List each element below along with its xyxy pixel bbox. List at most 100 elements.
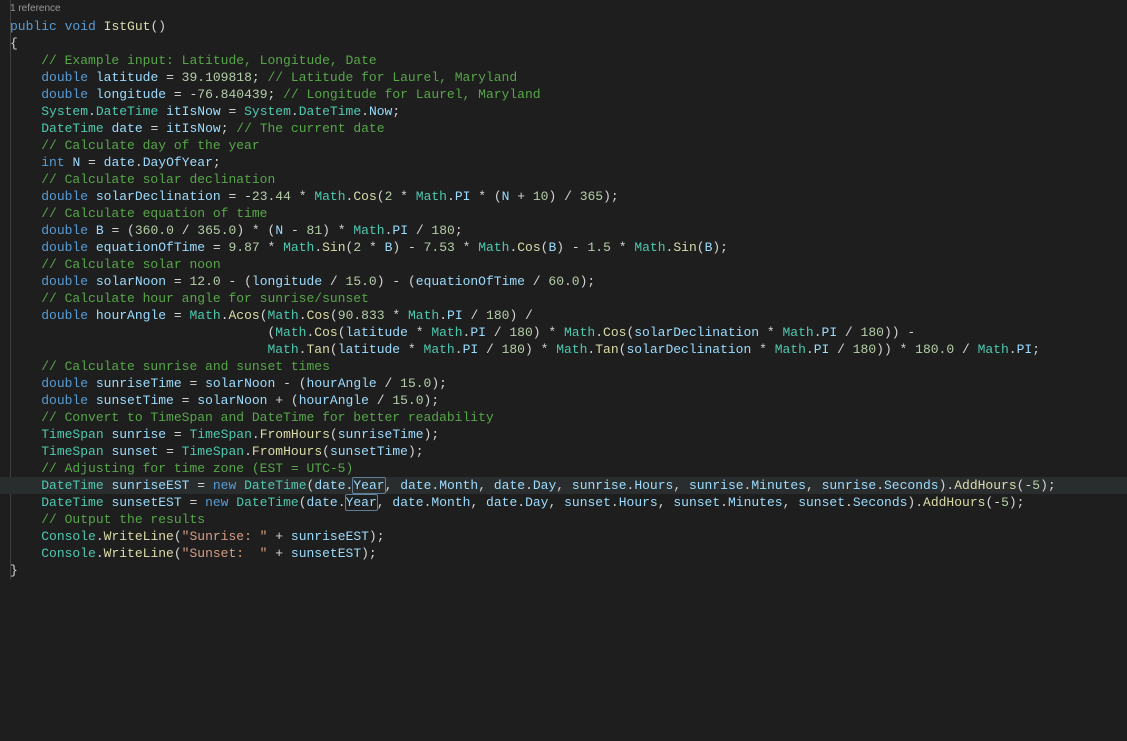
token-p: /: [369, 393, 392, 408]
token-p: ;: [455, 223, 463, 238]
token-p: =: [166, 427, 189, 442]
code-line[interactable]: // Output the results: [8, 511, 1127, 528]
token-p: (): [150, 19, 166, 34]
code-line[interactable]: // Convert to TimeSpan and DateTime for …: [8, 409, 1127, 426]
token-p: [10, 121, 41, 136]
token-p: .: [361, 104, 369, 119]
token-k: double: [41, 87, 88, 102]
token-v: Now: [369, 104, 392, 119]
code-editor[interactable]: 1 reference public void IstGut() { // Ex…: [0, 0, 1127, 579]
token-n: 2: [353, 240, 361, 255]
code-line[interactable]: // Calculate equation of time: [8, 205, 1127, 222]
token-p: *: [751, 342, 774, 357]
token-p: [88, 240, 96, 255]
code-line[interactable]: double latitude = 39.109818; // Latitude…: [8, 69, 1127, 86]
token-p: );: [424, 393, 440, 408]
token-p: .: [135, 155, 143, 170]
code-line[interactable]: DateTime sunsetEST = new DateTime(date.Y…: [8, 494, 1127, 511]
code-line[interactable]: TimeSpan sunrise = TimeSpan.FromHours(su…: [8, 426, 1127, 443]
token-n: 76.840439: [197, 87, 267, 102]
token-p: .: [96, 529, 104, 544]
code-line[interactable]: public void IstGut(): [8, 18, 1127, 35]
code-line[interactable]: }: [8, 562, 1127, 579]
token-p: ) *: [322, 223, 353, 238]
code-line[interactable]: // Calculate day of the year: [8, 137, 1127, 154]
code-line[interactable]: // Calculate sunrise and sunset times: [8, 358, 1127, 375]
token-v: sunriseEST: [111, 478, 189, 493]
code-line[interactable]: Console.WriteLine("Sunrise: " + sunriseE…: [8, 528, 1127, 545]
code-line[interactable]: int N = date.DayOfYear;: [8, 154, 1127, 171]
token-n: 360.0: [135, 223, 174, 238]
code-line[interactable]: (Math.Cos(latitude * Math.PI / 180) * Ma…: [8, 324, 1127, 341]
token-v: equationOfTime: [416, 274, 525, 289]
code-line[interactable]: double solarDeclination = -23.44 * Math.…: [8, 188, 1127, 205]
token-t: DateTime: [96, 104, 158, 119]
code-line[interactable]: double solarNoon = 12.0 - (longitude / 1…: [8, 273, 1127, 290]
code-line[interactable]: // Adjusting for time zone (EST = UTC-5): [8, 460, 1127, 477]
token-p: /: [463, 308, 486, 323]
token-k: new: [205, 495, 228, 510]
token-p: [10, 87, 41, 102]
token-p: [10, 444, 41, 459]
token-t: TimeSpan: [41, 444, 103, 459]
code-line[interactable]: Math.Tan(latitude * Math.PI / 180) * Mat…: [8, 341, 1127, 358]
token-v: B: [96, 223, 104, 238]
token-c: // Latitude for Laurel, Maryland: [268, 70, 518, 85]
token-p: +: [268, 546, 291, 561]
token-m: Cos: [314, 325, 337, 340]
token-p: );: [580, 274, 596, 289]
code-line[interactable]: // Calculate solar noon: [8, 256, 1127, 273]
token-p: [88, 308, 96, 323]
token-c: // Output the results: [41, 512, 205, 527]
token-t: Math: [431, 325, 462, 340]
code-line[interactable]: Console.WriteLine("Sunset: " + sunsetEST…: [8, 545, 1127, 562]
token-s: "Sunset: ": [182, 546, 268, 561]
token-p: ,: [783, 495, 799, 510]
token-n: 60.0: [548, 274, 579, 289]
token-m: WriteLine: [104, 529, 174, 544]
code-line[interactable]: DateTime sunriseEST = new DateTime(date.…: [8, 477, 1127, 494]
token-p: [10, 495, 41, 510]
token-c: // Calculate hour angle for sunrise/suns…: [41, 291, 369, 306]
token-p: [96, 19, 104, 34]
token-p: *: [455, 240, 478, 255]
codelens-references[interactable]: 1 reference: [8, 0, 1127, 17]
token-v: solarNoon: [205, 376, 275, 391]
token-v: sunsetEST: [291, 546, 361, 561]
code-line[interactable]: double hourAngle = Math.Acos(Math.Cos(90…: [8, 307, 1127, 324]
token-p: ) - (: [377, 274, 416, 289]
code-line[interactable]: // Calculate hour angle for sunrise/suns…: [8, 290, 1127, 307]
token-t: Math: [283, 240, 314, 255]
token-v: sunsetTime: [330, 444, 408, 459]
code-line[interactable]: {: [8, 35, 1127, 52]
token-p: +: [268, 529, 291, 544]
code-line[interactable]: double equationOfTime = 9.87 * Math.Sin(…: [8, 239, 1127, 256]
token-v: solarDeclination: [626, 342, 751, 357]
token-p: [10, 172, 41, 187]
code-line[interactable]: double B = (360.0 / 365.0) * (N - 81) * …: [8, 222, 1127, 239]
token-p: )) -: [884, 325, 915, 340]
token-v: sunset: [564, 495, 611, 510]
token-v: date: [307, 495, 338, 510]
code-body[interactable]: public void IstGut() { // Example input:…: [8, 18, 1127, 579]
code-line[interactable]: double sunsetTime = solarNoon + (hourAng…: [8, 392, 1127, 409]
code-line[interactable]: DateTime date = itIsNow; // The current …: [8, 120, 1127, 137]
token-p: ).: [907, 495, 923, 510]
code-line[interactable]: System.DateTime itIsNow = System.DateTim…: [8, 103, 1127, 120]
token-p: [158, 104, 166, 119]
token-p: /: [837, 325, 860, 340]
code-line[interactable]: // Example input: Latitude, Longitude, D…: [8, 52, 1127, 69]
code-line[interactable]: // Calculate solar declination: [8, 171, 1127, 188]
token-v: Seconds: [853, 495, 908, 510]
code-line[interactable]: double sunriseTime = solarNoon - (hourAn…: [8, 375, 1127, 392]
code-line[interactable]: double longitude = -76.840439; // Longit…: [8, 86, 1127, 103]
token-p: ;: [392, 104, 400, 119]
token-v: sunrise: [111, 427, 166, 442]
token-t: DateTime: [41, 478, 103, 493]
token-p: );: [361, 546, 377, 561]
code-line[interactable]: TimeSpan sunset = TimeSpan.FromHours(sun…: [8, 443, 1127, 460]
token-t: DateTime: [244, 478, 306, 493]
token-p: +: [509, 189, 532, 204]
token-t: Math: [978, 342, 1009, 357]
token-p: - (: [221, 274, 252, 289]
